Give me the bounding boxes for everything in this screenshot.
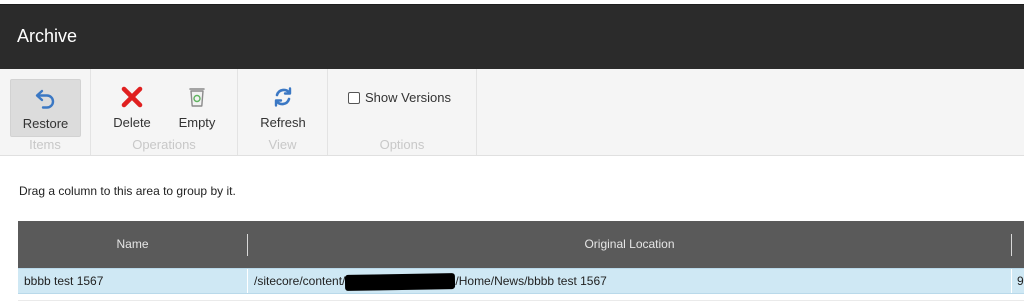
location-suffix: /Home/News/bbbb test 1567 bbox=[455, 274, 607, 288]
grid-header: Name Original Location bbox=[18, 221, 1024, 268]
trash-bin-icon bbox=[189, 88, 205, 107]
delete-label: Delete bbox=[113, 115, 151, 130]
table-row[interactable]: bbbb test 1567 /sitecore/content/ /Home/N… bbox=[18, 268, 1024, 294]
undo-arrow-icon bbox=[35, 89, 54, 109]
group-by-hint: Drag a column to this area to group by i… bbox=[19, 184, 236, 198]
column-separator[interactable] bbox=[1011, 234, 1012, 256]
cell-original-location: /sitecore/content/ /Home/News/bbbb test 1… bbox=[254, 269, 1004, 293]
group-label-options: Options bbox=[379, 137, 425, 152]
restore-button[interactable]: Restore bbox=[10, 79, 81, 137]
empty-label: Empty bbox=[178, 115, 216, 130]
refresh-button[interactable]: Refresh bbox=[252, 79, 314, 137]
delete-button[interactable]: Delete bbox=[103, 79, 161, 137]
ribbon: Restore Items Delete Empty Operations Re… bbox=[0, 69, 1024, 156]
group-label-view: View bbox=[268, 137, 297, 152]
ribbon-group-options: Options bbox=[328, 69, 477, 155]
group-label-operations: Operations bbox=[132, 137, 196, 152]
red-x-icon bbox=[121, 86, 143, 108]
empty-button[interactable]: Empty bbox=[167, 79, 227, 137]
column-header-original-location[interactable]: Original Location bbox=[248, 221, 1011, 268]
group-by-drop-area[interactable]: Drag a column to this area to group by i… bbox=[19, 184, 236, 198]
group-label-items: Items bbox=[29, 137, 61, 152]
archive-grid: Name Original Location bbbb test 1567 /s… bbox=[18, 221, 1024, 301]
ribbon-group-operations: Delete Empty Operations bbox=[91, 69, 238, 155]
cell-name: bbbb test 1567 bbox=[24, 274, 104, 288]
refresh-arrows-icon bbox=[274, 87, 292, 107]
checkbox-box[interactable] bbox=[348, 91, 360, 104]
title-bar: Archive bbox=[0, 5, 1024, 69]
show-versions-checkbox[interactable]: Show Versions bbox=[348, 90, 451, 105]
window-title: Archive bbox=[17, 26, 78, 46]
ribbon-group-view: Refresh View bbox=[238, 69, 328, 155]
location-prefix: /sitecore/content/ bbox=[254, 274, 346, 288]
cell-extra: 9 bbox=[1017, 274, 1024, 288]
column-header-name[interactable]: Name bbox=[18, 221, 247, 268]
restore-label: Restore bbox=[22, 116, 69, 131]
redaction-mark bbox=[345, 272, 456, 291]
cell-divider bbox=[247, 269, 248, 293]
show-versions-label: Show Versions bbox=[365, 90, 451, 105]
refresh-label: Refresh bbox=[260, 115, 306, 130]
cell-divider bbox=[1011, 269, 1012, 293]
ribbon-group-items: Restore Items bbox=[0, 69, 91, 155]
